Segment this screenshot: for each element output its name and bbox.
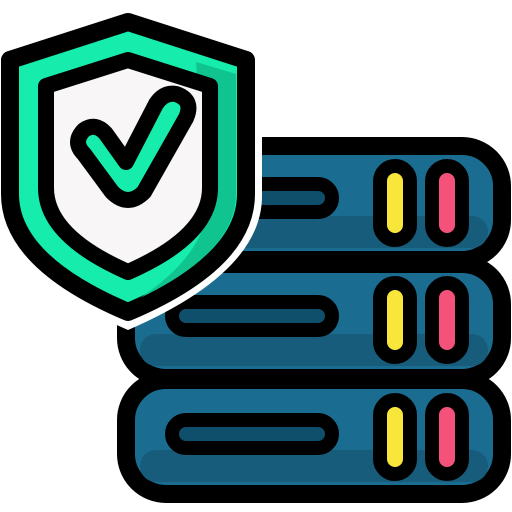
server-unit-middle-slot [165,295,339,337]
server-unit-middle-led-yellow [373,276,417,364]
server-unit-bottom-slot [165,413,339,455]
server-unit-top-led-yellow [373,159,417,247]
server-unit-top-led-pink [425,159,469,247]
server-unit-bottom-led-pink [425,393,469,481]
server-unit-middle-led-pink [425,276,469,364]
server-unit-bottom [117,371,511,503]
secure-server-icon [0,0,512,512]
server-unit-bottom-led-yellow [373,393,417,481]
secure-server-illustration [0,8,511,503]
